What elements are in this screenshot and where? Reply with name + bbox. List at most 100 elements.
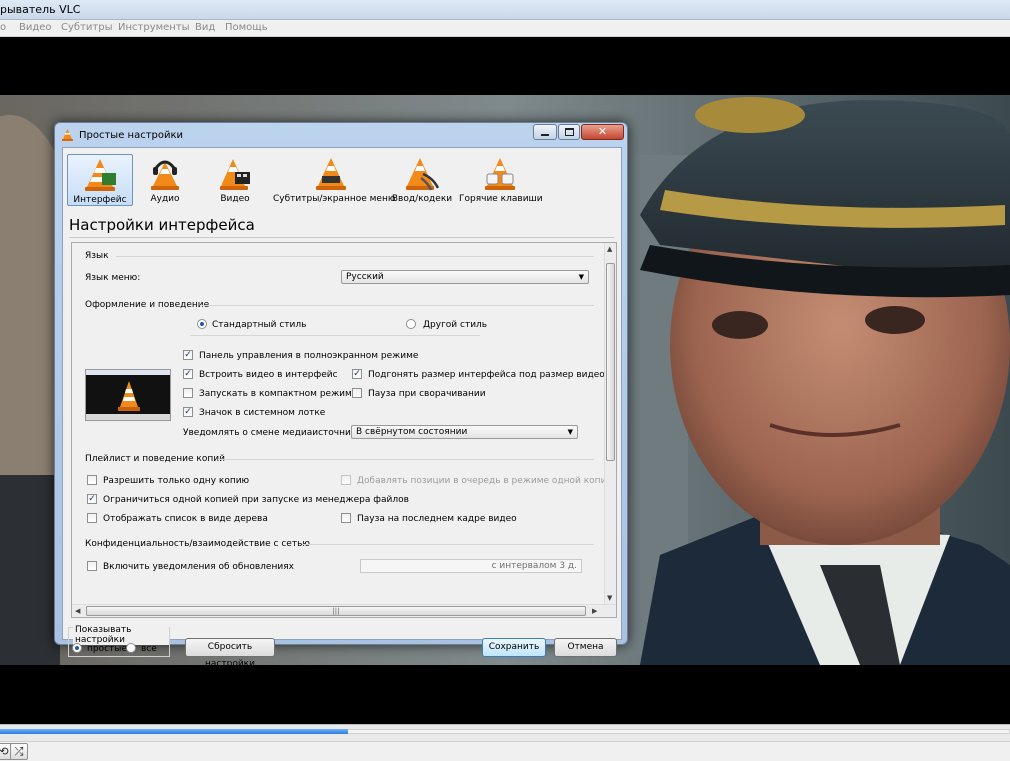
category-interface[interactable]: Интерфейс [67,154,133,206]
cone-keys-icon [485,158,515,190]
notify-change-select[interactable]: В свёрнутом состоянии ▼ [351,425,578,439]
cone-headphones-icon [151,160,179,190]
update-notify-checkbox[interactable] [87,561,97,571]
menu-subtitles[interactable]: Субтитры [61,22,112,33]
horizontal-scrollbar[interactable]: ◀ ||| ▶ [72,604,616,617]
cone-interface-icon [85,159,116,191]
menu-tools[interactable]: Инструменты [118,22,190,33]
category-input-codecs[interactable]: Ввод/кодеки [391,154,453,206]
notify-change-label: Уведомлять о смене медиаисточника: [183,428,365,438]
category-video[interactable]: Видео [205,154,265,206]
dialog-titlebar[interactable]: Простые настройки [61,127,521,145]
cone-subtitles-icon [316,158,346,190]
scroll-left-icon[interactable]: ◀ [75,607,80,615]
category-label: Видео [220,194,250,204]
category-audio[interactable]: Аудио [135,154,195,206]
category-label: Ввод/кодеки [391,194,453,204]
scroll-right-icon[interactable]: ▶ [592,607,597,615]
group-divider [302,544,594,545]
notify-change-value: В свёрнутом состоянии [356,427,468,437]
cone-cables-icon [406,158,439,191]
show-simple-label: простые [87,644,127,654]
show-settings-group: Показывать настройки простые все [68,625,170,657]
menu-bar: о Видео Субтитры Инструменты Вид Помощь [0,20,1010,37]
one-instance-fm-checkbox[interactable]: ✓ [87,494,97,504]
one-instance-label: Разрешить только одну копию [103,476,250,486]
seek-bar[interactable] [0,724,1010,741]
menu-language-label: Язык меню: [85,273,141,283]
systray-icon-label: Значок в системном лотке [199,408,326,418]
native-style-label: Стандартный стиль [212,320,307,330]
minimize-button[interactable] [533,124,557,140]
vertical-scroll-thumb[interactable] [606,263,615,461]
one-instance-checkbox[interactable] [87,475,97,485]
horizontal-scroll-thumb[interactable]: ||| [86,606,586,616]
group-divider [200,305,594,306]
seek-bar-track [348,729,1010,734]
update-interval-spinbox[interactable]: с интервалом 3 д. [360,559,582,573]
dialog-body: Интерфейс Аудио Видео Субтитры/экранное … [62,147,622,669]
fs-controller-label: Панель управления в полноэкранном режиме [199,351,419,361]
save-button[interactable]: Сохранить [482,638,546,657]
simple-preferences-dialog: Простые настройки ✕ Интерфейс Аудио Виде… [54,122,628,669]
minimal-view-label: Запускать в компактном режиме [199,389,358,399]
menu-video[interactable]: Видео [19,22,52,33]
systray-icon-checkbox[interactable]: ✓ [183,407,193,417]
maximize-button[interactable] [558,124,580,140]
show-simple-radio[interactable] [72,643,82,653]
tree-view-checkbox[interactable] [87,513,97,523]
group-divider [116,256,594,257]
category-label: Горячие клавиши [459,194,543,204]
show-all-label: все [141,644,157,654]
pause-minimized-label: Пауза при сворачивании [368,389,486,399]
one-instance-fm-label: Ограничиться одной копией при запуске из… [103,495,409,505]
page-heading: Настройки интерфейса [69,216,255,234]
scroll-down-icon[interactable]: ▼ [607,594,612,602]
embed-video-checkbox[interactable]: ✓ [183,369,193,379]
close-button[interactable]: ✕ [581,124,624,140]
shuffle-icon[interactable]: ⤮ [10,743,28,760]
pause-minimized-checkbox[interactable] [352,388,362,398]
custom-style-label: Другой стиль [423,320,488,330]
seek-bar-fill [0,729,348,734]
show-settings-title: Показывать настройки [73,625,169,645]
menu-view[interactable]: Вид [195,22,215,33]
group-playlist-title: Плейлист и поведение копий [85,454,225,464]
category-label: Аудио [150,194,180,204]
reset-preferences-button[interactable]: Сбросить настройки [185,638,275,669]
cancel-button[interactable]: Отмена [554,638,617,657]
menu-help[interactable]: Помощь [225,22,268,33]
group-look-title: Оформление и поведение [85,300,210,310]
show-all-radio[interactable] [126,643,136,653]
vlc-cone-icon [62,129,73,141]
category-label: Субтитры/экранное меню [273,194,396,204]
pause-last-frame-checkbox[interactable] [341,513,351,523]
category-subtitles[interactable]: Субтитры/экранное меню [273,154,396,206]
enqueue-checkbox[interactable] [341,475,351,485]
resize-interface-checkbox[interactable]: ✓ [352,369,362,379]
style-divider [190,335,480,336]
category-hotkeys[interactable]: Горячие клавиши [459,154,543,206]
app-titlebar: рыватель VLC [0,0,1010,20]
enqueue-label: Добавлять позиции в очередь в режиме одн… [357,476,605,486]
vertical-scrollbar[interactable]: ▲ ▼ [604,243,616,605]
scroll-up-icon[interactable]: ▲ [607,245,612,253]
menu-language-select[interactable]: Русский ▼ [341,270,589,284]
group-language-title: Язык [85,251,109,261]
minimal-view-checkbox[interactable] [183,388,193,398]
preferences-scroll-area[interactable]: Язык Язык меню: Русский ▼ Оформление и п… [71,242,617,618]
category-label: Интерфейс [73,195,127,205]
fs-controller-checkbox[interactable]: ✓ [183,350,193,360]
dialog-title: Простые настройки [79,130,184,141]
native-style-radio[interactable] [197,319,207,329]
close-icon: ✕ [597,125,608,138]
pause-last-frame-label: Пауза на последнем кадре видео [357,514,517,524]
menu-media[interactable]: о [0,22,6,33]
preferences-content: Язык Язык меню: Русский ▼ Оформление и п… [72,243,605,605]
group-privacy-title: Конфиденциальность/взаимодействие с сеть… [85,539,310,549]
chevron-down-icon: ▼ [567,428,573,436]
menu-language-value: Русский [346,272,384,282]
heading-divider [69,237,614,238]
custom-style-radio[interactable] [406,319,416,329]
app-title: рыватель VLC [0,3,81,16]
